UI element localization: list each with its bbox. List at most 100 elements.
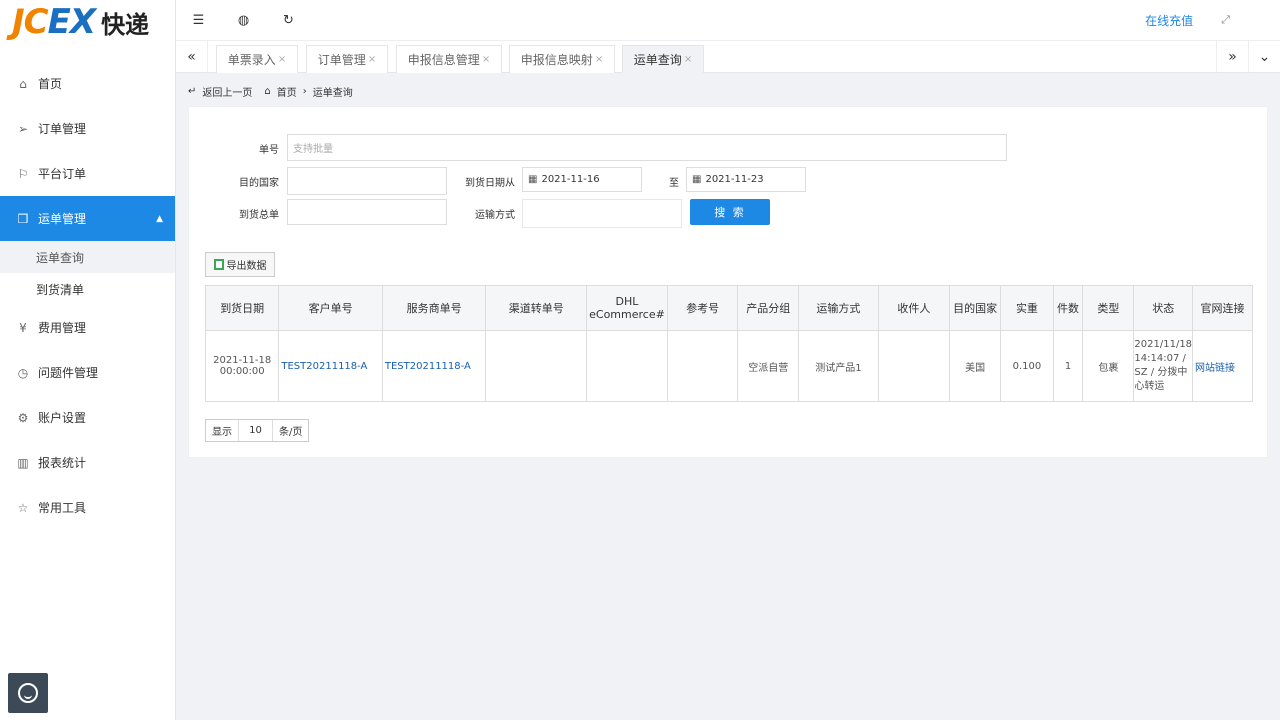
transport-label: 运输方式 [475, 210, 515, 221]
tabs-dropdown-icon[interactable]: ⌄ [1248, 41, 1280, 73]
recharge-link[interactable]: 在线充值 [1145, 12, 1193, 29]
cell-dhl-no [586, 330, 668, 402]
tab-waybill-query[interactable]: 运单查询 × [622, 45, 704, 73]
cell-website-link[interactable]: 网站链接 [1192, 330, 1253, 402]
country-input[interactable] [287, 167, 447, 195]
tab-declaration-management[interactable]: 申报信息管理 × [396, 45, 502, 73]
sidebar-item-label: 问题件管理 [38, 366, 99, 380]
breadcrumb-home[interactable]: 首页 [277, 84, 297, 99]
col-product-group: 产品分组 [737, 285, 800, 331]
refresh-icon[interactable]: ↻ [266, 13, 311, 28]
tab-order-management[interactable]: 订单管理 × [306, 45, 388, 73]
home-icon: ⌂ [264, 85, 271, 97]
date-to-label: 至 [669, 178, 679, 189]
page-size-selector[interactable]: 显示 10 条/页 [205, 419, 310, 442]
waybill-table: 到货日期 客户单号 服务商单号 渠道转单号 DHL eCommerce# 参考号… [204, 285, 1253, 402]
logo-cn: 快递 [101, 10, 150, 39]
export-label: 导出数据 [226, 261, 267, 272]
master-bill-label: 到货总单 [239, 210, 279, 221]
tab-single-entry[interactable]: 单票录入 × [216, 45, 298, 73]
order-no-label: 单号 [259, 145, 279, 156]
sidebar-item-tools[interactable]: ☆ 常用工具 [0, 485, 175, 530]
date-to-input[interactable]: ▦ 2021-11-23 [686, 167, 806, 192]
topbar-right: 在线充值 ⤢ [1145, 12, 1280, 29]
pager-unit-label: 条/页 [279, 427, 303, 438]
date-from-value: 2021-11-16 [541, 174, 600, 185]
tabs-scroll-left-icon[interactable]: « [176, 41, 208, 73]
cell-transport: 测试产品1 [798, 330, 879, 402]
tab-bar: « 单票录入 × 订单管理 × 申报信息管理 × 申报信息映射 × 运单查询 × » ⌄ [176, 40, 1280, 73]
sidebar-subitem-waybill-query[interactable]: 运单查询 [0, 241, 175, 273]
sidebar-item-reports[interactable]: ▥ 报表统计 [0, 440, 175, 485]
tab-label: 订单管理 [317, 53, 366, 67]
breadcrumb: ↵ 返回上一页 ⌂ 首页 › 运单查询 [188, 84, 359, 99]
fullscreen-icon[interactable]: ⤢ [1221, 13, 1230, 27]
cell-provider-no[interactable]: TEST20211118-A [381, 330, 487, 402]
col-channel-no: 渠道转单号 [485, 285, 588, 331]
close-icon[interactable]: × [595, 54, 603, 65]
close-icon[interactable]: × [482, 54, 490, 65]
col-type: 类型 [1082, 285, 1135, 331]
export-button[interactable]: 导出数据 [205, 252, 275, 277]
breadcrumb-separator-icon: › [302, 85, 307, 97]
tab-label: 申报信息映射 [520, 53, 593, 67]
cell-date: 2021-11-18 00:00:00 [204, 330, 280, 402]
sidebar-subitem-arrival-list[interactable]: 到货清单 [0, 273, 175, 305]
sidebar-item-platform-orders[interactable]: ⚐ 平台订单 [0, 151, 175, 196]
clock-icon: ◷ [17, 365, 29, 380]
collapse-menu-icon[interactable]: ☰ [176, 13, 221, 28]
sidebar-item-fees[interactable]: ¥ 费用管理 [0, 305, 175, 350]
tab-label: 申报信息管理 [407, 53, 480, 67]
date-from-input[interactable]: ▦ 2021-11-16 [522, 167, 642, 192]
col-country: 目的国家 [949, 285, 1002, 331]
logo-latin: JCEX [12, 2, 96, 42]
tab-declaration-mapping[interactable]: 申报信息映射 × [509, 45, 615, 73]
col-recipient: 收件人 [877, 285, 951, 331]
cell-customer-no[interactable]: TEST20211118-A [278, 330, 383, 402]
sidebar-item-label: 订单管理 [38, 122, 87, 136]
globe-icon[interactable]: ◍ [221, 13, 266, 28]
sidebar-item-waybills[interactable]: ❒ 运单管理 ▲ [0, 196, 175, 241]
close-icon[interactable]: × [278, 54, 286, 65]
logo[interactable]: JCEX 快递 [0, 0, 175, 44]
side-menu: ⌂ 首页 ➢ 订单管理 ⚐ 平台订单 ❒ 运单管理 ▲ 运单查询 到货清单 ¥ … [0, 61, 175, 530]
master-bill-input[interactable] [287, 199, 447, 225]
transport-select[interactable] [522, 199, 682, 228]
pager-show-label: 显示 [206, 420, 239, 441]
close-icon[interactable]: × [684, 54, 692, 65]
search-button[interactable]: 搜 索 [690, 199, 770, 225]
home-icon: ⌂ [19, 76, 27, 91]
sidebar-item-label: 报表统计 [38, 456, 87, 470]
table-header-row: 到货日期 客户单号 服务商单号 渠道转单号 DHL eCommerce# 参考号… [204, 285, 1253, 331]
sidebar-item-home[interactable]: ⌂ 首页 [0, 61, 175, 106]
sidebar-item-account[interactable]: ⚙ 账户设置 [0, 395, 175, 440]
breadcrumb-current: 运单查询 [312, 87, 353, 99]
sidebar-item-label: 首页 [38, 77, 63, 91]
breadcrumb-back[interactable]: 返回上一页 [202, 84, 252, 99]
col-status: 状态 [1133, 285, 1194, 331]
pager-size-value[interactable]: 10 [239, 420, 273, 441]
caret-up-icon: ▲ [156, 213, 163, 224]
col-link: 官网连接 [1192, 285, 1253, 331]
cell-pieces: 1 [1052, 330, 1084, 402]
box-icon: ❒ [17, 211, 29, 226]
cell-status: 2021/11/18 14:14:07 / SZ / 分拨中心转运 [1133, 330, 1194, 402]
col-pieces: 件数 [1052, 285, 1084, 331]
calendar-icon: ▦ [528, 174, 538, 185]
order-no-input[interactable]: 支持批量 [287, 134, 1007, 161]
yen-icon: ¥ [19, 320, 27, 335]
chat-button[interactable] [8, 673, 48, 713]
sidebar-item-issues[interactable]: ◷ 问题件管理 [0, 350, 175, 395]
tabs-scroll-right-icon[interactable]: » [1216, 41, 1248, 73]
sidebar-item-orders[interactable]: ➢ 订单管理 [0, 106, 175, 151]
cell-recipient [877, 330, 951, 402]
report-icon: ▥ [17, 455, 29, 470]
gear-icon: ⚙ [17, 410, 29, 425]
cell-product-group: 空派自营 [737, 330, 800, 402]
col-arrival-date: 到货日期 [204, 285, 280, 331]
date-from-label: 到货日期从 [465, 178, 515, 189]
close-icon[interactable]: × [368, 54, 376, 65]
chat-icon [18, 683, 38, 703]
col-provider-no: 服务商单号 [381, 285, 487, 331]
back-icon[interactable]: ↵ [188, 86, 196, 97]
